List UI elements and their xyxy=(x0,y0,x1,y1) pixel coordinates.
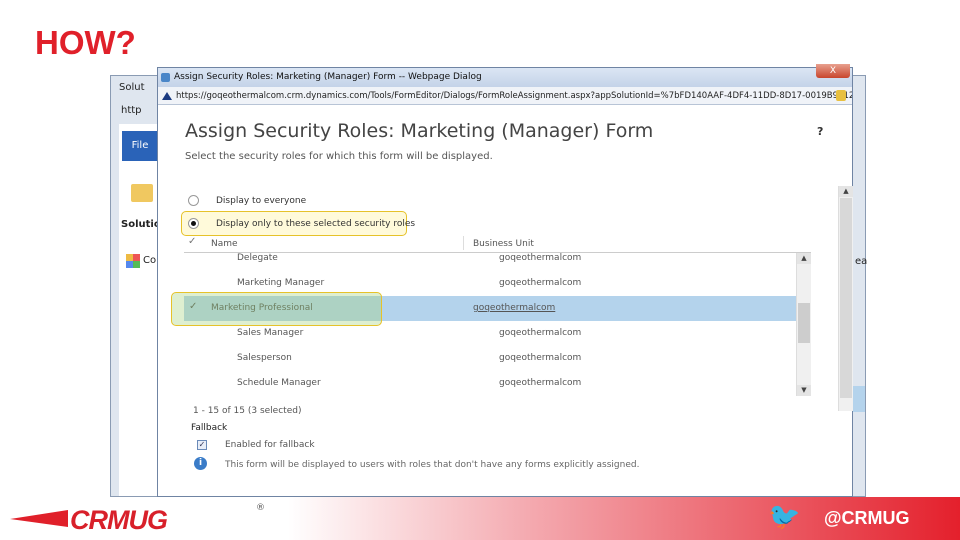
dialog-subtitle: Select the security roles for which this… xyxy=(185,151,493,162)
dialog-scrollbar[interactable]: ▲ xyxy=(838,186,853,411)
dialog-window-title: Assign Security Roles: Marketing (Manage… xyxy=(174,72,482,82)
highlight-selected-role xyxy=(171,292,382,326)
dynamics-icon xyxy=(162,92,172,100)
dialog-title: Assign Security Roles: Marketing (Manage… xyxy=(185,120,654,142)
fallback-heading: Fallback xyxy=(191,423,228,433)
info-icon: i xyxy=(194,457,207,470)
ie-icon xyxy=(161,73,170,82)
column-header-name[interactable]: Name xyxy=(211,239,238,249)
dialog-title-bar: Assign Security Roles: Marketing (Manage… xyxy=(158,68,852,87)
components-label: Co xyxy=(143,255,157,266)
background-selection xyxy=(853,386,865,412)
dialog-scroll-thumb[interactable] xyxy=(840,198,852,398)
role-business-unit: goqeothermalcom xyxy=(499,253,582,263)
background-pane: Solutio Co xyxy=(119,124,161,496)
close-button[interactable]: X xyxy=(816,64,850,78)
role-business-unit: goqeothermalcom xyxy=(499,353,582,363)
role-name: Sales Manager xyxy=(237,328,304,338)
twitter-handle: @CRMUG xyxy=(824,508,910,528)
crmug-logo: CRMUG xyxy=(70,505,168,535)
column-divider xyxy=(463,236,464,250)
webpage-dialog: Assign Security Roles: Marketing (Manage… xyxy=(157,64,853,497)
fallback-checkbox-label: Enabled for fallback xyxy=(225,440,315,450)
twitter-bird-icon: 🐦 xyxy=(768,502,801,532)
help-button[interactable]: ? xyxy=(817,125,823,138)
scroll-down-icon[interactable]: ▼ xyxy=(797,385,811,396)
background-address: http xyxy=(121,105,142,116)
select-all-check-icon[interactable]: ✓ xyxy=(188,236,196,247)
scroll-up-icon[interactable]: ▲ xyxy=(797,253,811,264)
table-row[interactable]: Schedule Manager goqeothermalcom xyxy=(210,371,797,396)
url-text: https://goqeothermalcom.crm.dynamics.com… xyxy=(176,91,852,101)
registered-mark: ® xyxy=(256,503,265,513)
role-name: Schedule Manager xyxy=(237,378,321,388)
folder-icon xyxy=(131,184,153,202)
dialog-scroll-up-icon[interactable]: ▲ xyxy=(839,186,853,197)
lock-icon xyxy=(836,90,846,101)
components-icon xyxy=(126,254,140,268)
background-window-title: Solut xyxy=(119,82,145,93)
record-count: 1 - 15 of 15 (3 selected) xyxy=(193,406,302,416)
footer-band: CRMUG ® 🐦 @CRMUG xyxy=(0,497,960,540)
radio-display-selected[interactable] xyxy=(188,218,199,229)
column-header-business-unit[interactable]: Business Unit xyxy=(473,239,534,249)
fallback-info-text: This form will be displayed to users wit… xyxy=(225,460,640,470)
solution-label: Solutio xyxy=(121,219,161,230)
role-name: Marketing Manager xyxy=(237,278,325,288)
slide-heading: HOW? xyxy=(35,24,136,61)
radio-label-selected: Display only to these selected security … xyxy=(216,219,416,229)
role-business-unit: goqeothermalcom xyxy=(499,278,582,288)
list-scroll-thumb[interactable] xyxy=(798,303,810,343)
role-business-unit: goqeothermalcom xyxy=(499,328,582,338)
address-bar[interactable]: https://goqeothermalcom.crm.dynamics.com… xyxy=(158,87,852,105)
role-business-unit: goqeothermalcom xyxy=(473,303,556,313)
logo-swoosh-icon xyxy=(10,510,68,527)
radio-display-everyone[interactable] xyxy=(188,195,199,206)
role-name: Salesperson xyxy=(237,353,292,363)
table-row[interactable]: Delegate goqeothermalcom xyxy=(210,253,797,271)
file-tab[interactable]: File xyxy=(122,131,158,161)
role-business-unit: goqeothermalcom xyxy=(499,378,582,388)
fallback-checkbox[interactable]: ✓ xyxy=(197,440,207,450)
table-row[interactable]: Salesperson goqeothermalcom xyxy=(210,346,797,371)
radio-label-everyone: Display to everyone xyxy=(216,196,307,206)
list-scrollbar[interactable]: ▲ ▼ xyxy=(796,253,811,396)
right-fragment: ea xyxy=(855,256,868,267)
role-name: Delegate xyxy=(237,253,278,263)
